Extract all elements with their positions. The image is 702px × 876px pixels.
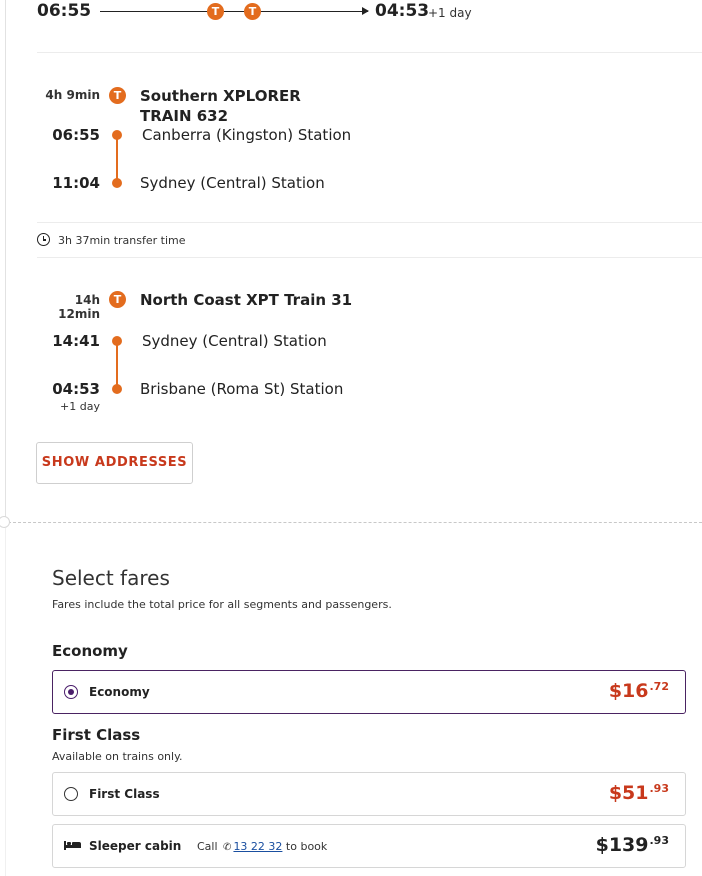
bed-icon — [64, 841, 81, 851]
price-cents: .93 — [649, 782, 670, 795]
price-dollars: $16 — [608, 680, 649, 702]
train-name: Southern XPLORER TRAIN 632 — [140, 87, 301, 125]
economy-heading: Economy — [52, 642, 128, 660]
call-prefix: Call — [197, 840, 218, 853]
divider — [37, 222, 702, 223]
arrival-time: 04:53 — [52, 380, 100, 398]
divider — [37, 257, 702, 258]
fare-option-economy[interactable]: Economy $16.72 — [52, 670, 686, 714]
fares-note: Fares include the total price for all se… — [52, 598, 392, 611]
train-badge-icon: T — [109, 291, 126, 308]
arrow-right-icon — [362, 7, 369, 15]
fare-option-first-class[interactable]: First Class $51.93 — [52, 772, 686, 816]
transfer-info: 3h 37min transfer time — [37, 233, 186, 247]
left-border — [5, 0, 6, 520]
ticket-notch — [0, 516, 10, 528]
train-badge-icon: T — [244, 3, 261, 20]
stop-dot — [112, 384, 122, 394]
segment-duration: 4h 9min — [45, 88, 100, 102]
fare-label: First Class — [89, 787, 160, 801]
first-class-heading: First Class — [52, 726, 141, 744]
departure-station: Canberra (Kingston) Station — [142, 126, 352, 144]
segment-duration: 14h 12min — [58, 293, 100, 321]
price-dollars: $51 — [608, 782, 649, 804]
arrival-station: Sydney (Central) Station — [140, 174, 325, 192]
phone-icon: ✆ — [223, 842, 232, 853]
arrival-time: 11:04 — [52, 174, 100, 192]
route-line — [116, 344, 118, 386]
phone-link[interactable]: 13 22 32 — [233, 840, 282, 853]
clock-icon — [37, 233, 50, 246]
radio-icon[interactable] — [64, 787, 78, 801]
journey-summary: 06:55 T T 04:53 +1 day — [0, 0, 702, 36]
train-name: North Coast XPT Train 31 — [140, 291, 353, 309]
route-line — [116, 138, 118, 180]
departure-time: 06:55 — [52, 126, 100, 144]
dashed-divider — [8, 522, 702, 523]
fares-title: Select fares — [52, 566, 170, 590]
show-addresses-button[interactable]: SHOW ADDRESSES — [36, 442, 193, 484]
divider — [37, 52, 702, 53]
fare-price: $16.72 — [609, 680, 669, 702]
radio-selected-icon[interactable] — [64, 685, 78, 699]
price-cents: .72 — [649, 680, 670, 693]
arrival-day-offset: +1 day — [60, 400, 100, 413]
transfer-time-text: 3h 37min transfer time — [58, 234, 186, 247]
train-badge-icon: T — [207, 3, 224, 20]
fare-label: Economy — [89, 685, 150, 699]
fare-price: $139.93 — [596, 834, 669, 856]
call-suffix: to book — [285, 840, 328, 853]
price-dollars: $139 — [595, 834, 649, 856]
departure-time: 14:41 — [52, 332, 100, 350]
summary-timeline-line — [100, 11, 368, 12]
train-badge-icon: T — [109, 87, 126, 104]
fare-label: Sleeper cabin — [89, 839, 182, 853]
summary-day-offset: +1 day — [428, 6, 472, 20]
stop-dot — [112, 178, 122, 188]
call-to-book: Call ✆ 13 22 32 to book — [197, 840, 327, 853]
arrival-station: Brisbane (Roma St) Station — [140, 380, 344, 398]
summary-arrival-time: 04:53 — [375, 1, 430, 21]
fare-option-sleeper-cabin: Sleeper cabin Call ✆ 13 22 32 to book $13… — [52, 824, 686, 868]
summary-departure-time: 06:55 — [37, 1, 92, 21]
departure-station: Sydney (Central) Station — [142, 332, 327, 350]
fare-price: $51.93 — [609, 782, 669, 804]
first-class-subtitle: Available on trains only. — [52, 750, 183, 763]
left-border-lower — [5, 528, 6, 876]
price-cents: .93 — [649, 834, 670, 847]
